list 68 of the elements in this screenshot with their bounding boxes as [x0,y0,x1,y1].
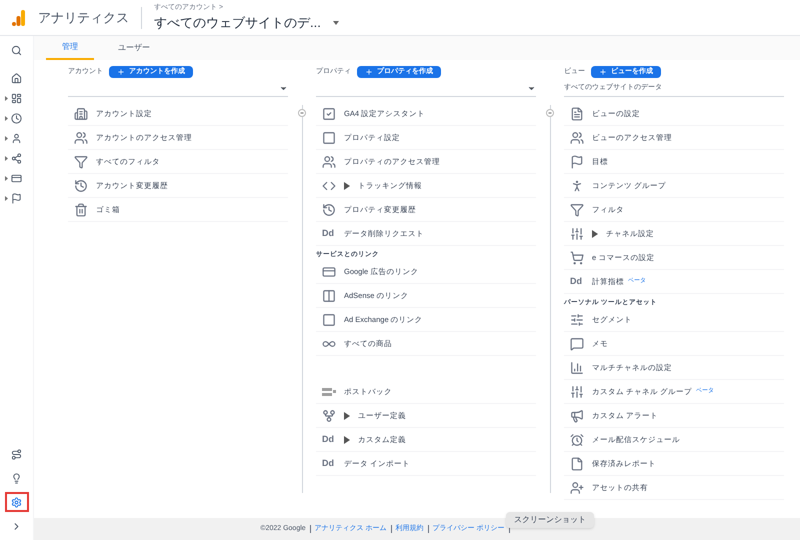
bar-chart-icon [570,360,584,374]
history-icon [74,178,88,192]
building-icon [74,106,88,120]
flag-icon [570,154,584,168]
people-icon [570,130,584,144]
megaphone-icon [570,408,584,422]
trash-icon [74,202,88,216]
card-icon[interactable] [11,172,22,184]
collapse-icon[interactable] [546,109,554,117]
cart-icon [570,250,584,264]
person-icon[interactable] [11,132,22,144]
people-icon [74,130,88,144]
message-icon [570,336,584,350]
plus-icon [599,68,607,76]
caret-icon [332,20,339,25]
bars-icon [322,388,336,396]
document-icon [570,106,584,120]
home-icon[interactable] [11,72,22,84]
highlight-frame[interactable] [4,492,28,512]
lightbulb-icon[interactable] [11,472,22,484]
expand-triangle-icon [4,156,8,160]
dd-icon: Dd [322,229,336,238]
collapse-icon[interactable] [298,109,306,117]
expand-triangle-icon [4,136,8,140]
square-icon [322,130,336,144]
caret-icon [279,84,288,93]
plus-icon [117,68,125,76]
figure-icon [570,178,584,192]
square-icon [322,312,336,326]
filter-icon [570,202,584,216]
flag-icon[interactable] [11,192,22,204]
view-selector[interactable]: すべてのウェブサイトのデ... [154,13,339,32]
clock-icon[interactable] [11,112,22,124]
caret-icon [527,84,536,93]
expand-triangle-icon [4,176,8,180]
alarm-icon [570,432,584,446]
route-icon[interactable] [11,448,22,460]
sliders-icon [570,384,584,398]
tooltip: スクリーンショット [506,512,594,528]
expand-triangle-icon [4,196,8,200]
search-icon[interactable] [11,44,22,56]
people-icon [322,154,336,168]
columns-icon [322,288,336,302]
segment-icon [570,312,584,326]
expand-triangle-icon [344,182,350,190]
logo-icon [12,10,26,26]
share-icon[interactable] [11,152,22,164]
app-title: アナリティクス [38,8,129,27]
card-icon [322,264,336,278]
dd-icon: Dd [322,459,336,468]
settings-icon[interactable] [11,496,22,508]
dashboard-icon[interactable] [11,92,22,104]
expand-triangle-icon [344,412,350,420]
sliders-icon [570,226,584,240]
file-icon [570,456,584,470]
plus-icon [365,68,373,76]
checkbox-icon [322,106,336,120]
add-user-icon [570,480,584,494]
expand-triangle-icon [4,96,8,100]
dd-icon: Dd [570,277,584,286]
dd-icon: Dd [322,435,336,444]
history-icon [322,202,336,216]
expand-triangle-icon [4,116,8,120]
expand-triangle-icon [592,230,598,238]
fork-icon [322,408,336,422]
tab[interactable]: ユーザー [102,36,166,60]
expand-triangle-icon [344,436,350,444]
filter-icon [74,154,88,168]
